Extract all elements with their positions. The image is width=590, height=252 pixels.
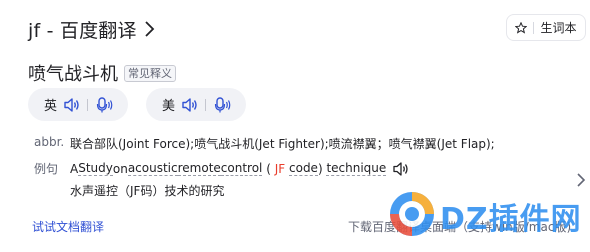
header[interactable]: jf - 百度翻译	[28, 14, 157, 44]
watermark-text: DZ插件网	[440, 202, 582, 237]
definition-row: abbr. 联合部队(Joint Force);喷气战斗机(Jet Fighte…	[34, 135, 495, 152]
example-word[interactable]: technique	[326, 161, 387, 176]
part-of-speech: abbr.	[34, 135, 65, 149]
mic-icon[interactable]	[214, 96, 232, 114]
example-word[interactable]: acoustic	[127, 161, 178, 176]
mic-icon[interactable]	[96, 96, 114, 114]
star-icon	[515, 21, 528, 34]
watermark: DZ插件网	[380, 178, 590, 252]
example-word[interactable]: control	[220, 161, 263, 176]
entry-word-row: 喷气战斗机 常见释义	[28, 60, 176, 86]
pronunciation-label: 美	[162, 99, 176, 114]
definition-text: 联合部队(Joint Force);喷气战斗机(Jet Fighter);喷流襟…	[70, 137, 495, 151]
divider	[533, 21, 535, 34]
example-text: (	[262, 161, 275, 176]
example-text: on	[112, 161, 128, 176]
example-word[interactable]: code	[289, 161, 318, 176]
example-text: A	[70, 161, 79, 176]
doc-translate-link[interactable]: 试试文档翻译	[32, 218, 104, 235]
meaning-tag: 常见释义	[124, 64, 176, 82]
speaker-icon[interactable]	[63, 97, 81, 113]
example-label: 例句	[34, 162, 59, 176]
translation-card: jf - 百度翻译 生词本 喷气战斗机 常见释义 英 美 abbr. 联合部队(…	[0, 0, 590, 252]
chevron-right-icon[interactable]	[143, 19, 157, 39]
wordbook-label: 生词本	[540, 21, 577, 35]
divider	[87, 98, 89, 111]
page-title[interactable]: jf - 百度翻译	[28, 16, 137, 43]
pronunciation-us: 美	[146, 88, 247, 121]
watermark-logo	[390, 192, 434, 236]
example-translation: 水声遥控（JF码）技术的研究	[70, 184, 225, 198]
example-row: 例句 A Study on acoustic remote control ( …	[34, 160, 410, 177]
entry-word: 喷气战斗机	[28, 64, 118, 85]
example-word[interactable]: remote	[177, 161, 221, 176]
example-word[interactable]: Study	[78, 161, 113, 176]
divider	[205, 98, 207, 111]
example-sentence: A Study on acoustic remote control ( JF …	[70, 160, 410, 177]
speaker-icon[interactable]	[181, 97, 199, 113]
pronunciation-uk: 英	[28, 88, 129, 121]
example-text: )	[317, 161, 327, 176]
wordbook-button[interactable]: 生词本	[506, 14, 586, 41]
speaker-icon[interactable]	[392, 161, 410, 177]
pronunciation-label: 英	[44, 99, 58, 114]
example-keyword: JF	[274, 161, 286, 176]
